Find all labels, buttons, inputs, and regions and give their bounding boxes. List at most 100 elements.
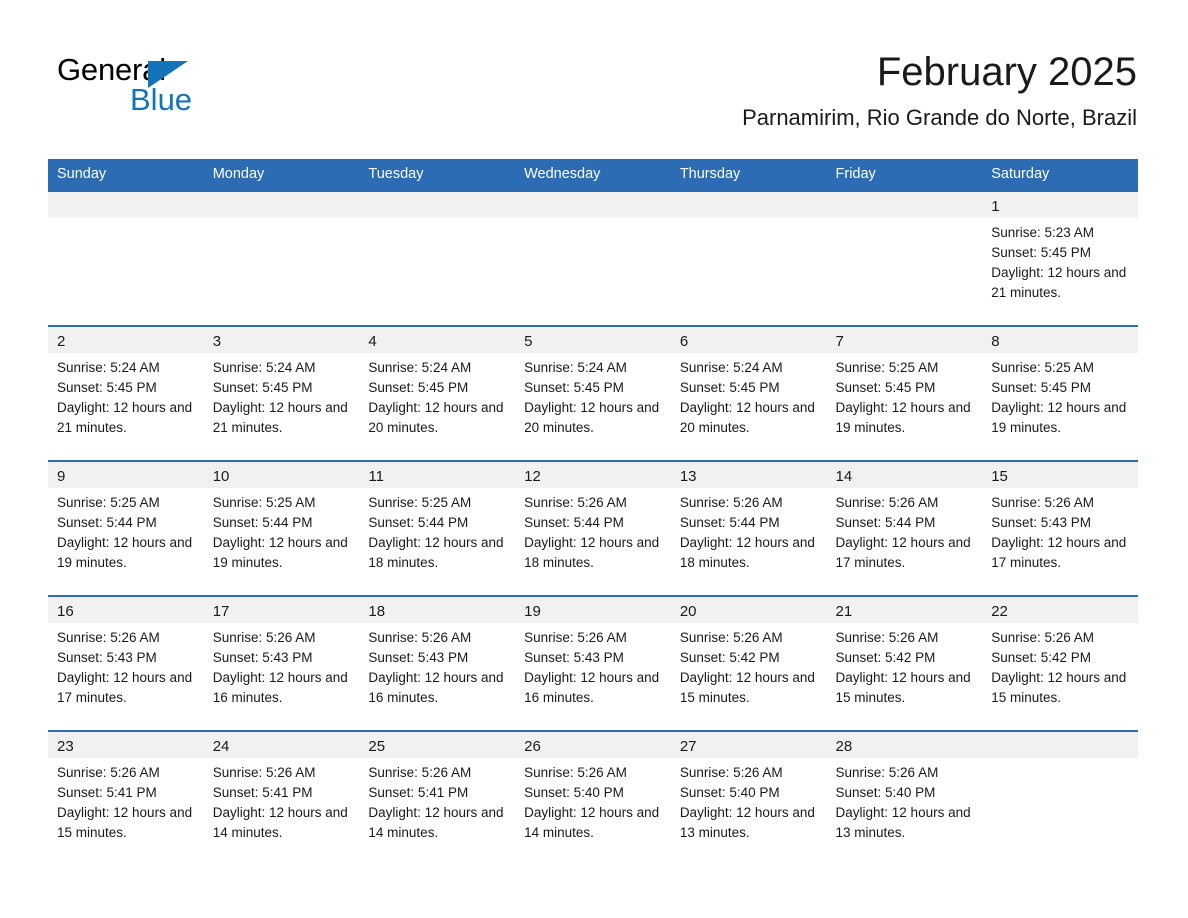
sunset-text: Sunset: 5:40 PM xyxy=(835,785,936,800)
calendar-day-cell[interactable]: 27 Sunrise: 5:26 AM Sunset: 5:40 PM Dayligh… xyxy=(670,730,827,865)
day-number: 8 xyxy=(991,333,1000,350)
daylight-text: Daylight: 12 hours and 19 minutes. xyxy=(212,535,348,570)
calendar-day-cell[interactable]: 19 Sunrise: 5:26 AM Sunset: 5:43 PM Dayligh… xyxy=(515,595,671,731)
day-cell-inner: 2 Sunrise: 5:24 AM Sunset: 5:45 PM Daylight… xyxy=(48,327,204,460)
calendar-day-cell[interactable]: 16 Sunrise: 5:26 AM Sunset: 5:43 PM Dayligh… xyxy=(48,595,204,731)
daylight-text: Daylight: 12 hours and 17 minutes. xyxy=(991,535,1127,570)
calendar-day-cell[interactable]: 14 Sunrise: 5:26 AM Sunset: 5:44 PM Dayligh… xyxy=(826,460,983,596)
calendar-day-cell[interactable]: 6 Sunrise: 5:24 AM Sunset: 5:45 PM Daylight… xyxy=(670,325,827,461)
day-number: 13 xyxy=(679,468,697,485)
calendar-day-cell[interactable]: 1 Sunrise: 5:23 AM Sunset: 5:45 PM Daylight… xyxy=(982,190,1138,326)
calendar-day-cell[interactable]: 5 Sunrise: 5:24 AM Sunset: 5:45 PM Daylight… xyxy=(515,325,671,461)
daylight-text: Daylight: 12 hours and 18 minutes. xyxy=(524,535,660,570)
daylight-text: Daylight: 12 hours and 19 minutes. xyxy=(835,400,971,435)
calendar-day-cell[interactable]: 24 Sunrise: 5:26 AM Sunset: 5:41 PM Dayligh… xyxy=(203,730,360,865)
day-cell-body: Sunrise: 5:26 AM Sunset: 5:44 PM Daylight:… xyxy=(671,488,827,573)
generalblue-logo[interactable]: General Blue xyxy=(57,52,217,122)
sunrise-text: Sunrise: 5:24 AM xyxy=(57,360,160,375)
calendar-header-row: Sunday Monday Tuesday Wednesday Thursday… xyxy=(48,159,1138,191)
calendar-day-cell[interactable]: 15 Sunrise: 5:26 AM Sunset: 5:43 PM Dayligh… xyxy=(982,460,1138,596)
sunrise-text: Sunrise: 5:26 AM xyxy=(835,630,939,645)
day-cell-body: Sunrise: 5:26 AM Sunset: 5:40 PM Daylight:… xyxy=(827,758,983,843)
calendar-day-cell[interactable]: 23 Sunrise: 5:26 AM Sunset: 5:41 PM Dayligh… xyxy=(48,730,204,865)
day-cell-inner: 13 Sunrise: 5:26 AM Sunset: 5:44 PM Dayligh… xyxy=(670,462,827,595)
sunset-text: Sunset: 5:45 PM xyxy=(212,380,313,395)
day-cell-inner: 19 Sunrise: 5:26 AM Sunset: 5:43 PM Dayligh… xyxy=(515,597,671,730)
day-cell-body: Sunrise: 5:23 AM Sunset: 5:45 PM Daylight:… xyxy=(982,218,1138,303)
calendar-day-cell[interactable]: 7 Sunrise: 5:25 AM Sunset: 5:45 PM Daylight… xyxy=(826,325,983,461)
sunset-text: Sunset: 5:45 PM xyxy=(679,380,780,395)
calendar-day-cell[interactable]: 26 Sunrise: 5:26 AM Sunset: 5:40 PM Dayligh… xyxy=(515,730,671,865)
day-number-band: 17 xyxy=(203,597,360,623)
day-cell-inner: 15 Sunrise: 5:26 AM Sunset: 5:43 PM Dayligh… xyxy=(982,462,1138,595)
daylight-text: Daylight: 12 hours and 21 minutes. xyxy=(212,400,348,435)
calendar-day-cell[interactable]: 3 Sunrise: 5:24 AM Sunset: 5:45 PM Daylight… xyxy=(203,325,360,461)
day-number-band: 10 xyxy=(203,462,360,488)
day-number xyxy=(982,732,1138,736)
day-number: 3 xyxy=(212,333,222,350)
daylight-text: Daylight: 12 hours and 21 minutes. xyxy=(991,265,1127,300)
weekday-header-friday: Friday xyxy=(826,159,983,191)
day-cell-inner: 8 Sunrise: 5:25 AM Sunset: 5:45 PM Daylight… xyxy=(982,327,1138,460)
calendar-day-cell[interactable]: 17 Sunrise: 5:26 AM Sunset: 5:43 PM Dayligh… xyxy=(203,595,360,731)
calendar-day-cell[interactable]: 21 Sunrise: 5:26 AM Sunset: 5:42 PM Dayligh… xyxy=(826,595,983,731)
day-cell-body: Sunrise: 5:26 AM Sunset: 5:44 PM Daylight:… xyxy=(827,488,983,573)
calendar-day-cell[interactable]: 9 Sunrise: 5:25 AM Sunset: 5:44 PM Daylight… xyxy=(48,460,204,596)
calendar-day-cell[interactable]: 10 Sunrise: 5:25 AM Sunset: 5:44 PM Dayligh… xyxy=(203,460,360,596)
day-cell-body xyxy=(671,218,827,223)
sunrise-text: Sunrise: 5:26 AM xyxy=(835,765,939,780)
day-cell-inner: 23 Sunrise: 5:26 AM Sunset: 5:41 PM Dayligh… xyxy=(48,732,204,865)
sunset-text: Sunset: 5:45 PM xyxy=(991,380,1092,395)
sunset-text: Sunset: 5:44 PM xyxy=(368,515,469,530)
day-cell-body: Sunrise: 5:26 AM Sunset: 5:41 PM Daylight:… xyxy=(359,758,515,843)
sunrise-text: Sunrise: 5:26 AM xyxy=(212,765,316,780)
sunset-text: Sunset: 5:43 PM xyxy=(991,515,1092,530)
calendar-day-cell[interactable]: 18 Sunrise: 5:26 AM Sunset: 5:43 PM Dayligh… xyxy=(359,595,516,731)
sunrise-text: Sunrise: 5:26 AM xyxy=(679,630,783,645)
day-number-band: 9 xyxy=(48,462,204,488)
day-number: 5 xyxy=(524,333,533,350)
day-number-band xyxy=(670,192,827,218)
day-cell-body xyxy=(982,758,1138,763)
day-cell-body: Sunrise: 5:24 AM Sunset: 5:45 PM Daylight:… xyxy=(359,353,515,438)
day-cell-inner: 20 Sunrise: 5:26 AM Sunset: 5:42 PM Dayligh… xyxy=(670,597,827,730)
daylight-text: Daylight: 12 hours and 13 minutes. xyxy=(679,805,815,840)
weekday-header-monday: Monday xyxy=(203,159,360,191)
calendar-day-cell[interactable]: 22 Sunrise: 5:26 AM Sunset: 5:42 PM Dayligh… xyxy=(982,595,1138,731)
sunrise-text: Sunrise: 5:25 AM xyxy=(991,360,1095,375)
sunrise-text: Sunrise: 5:26 AM xyxy=(835,495,939,510)
calendar-week-row: 2 Sunrise: 5:24 AM Sunset: 5:45 PM Daylight… xyxy=(48,325,1138,461)
sunrise-text: Sunrise: 5:26 AM xyxy=(524,630,627,645)
day-cell-body: Sunrise: 5:24 AM Sunset: 5:45 PM Daylight:… xyxy=(204,353,360,438)
day-number-band: 5 xyxy=(515,327,671,353)
day-cell-inner: 16 Sunrise: 5:26 AM Sunset: 5:43 PM Dayligh… xyxy=(48,597,204,730)
calendar-week-row: 16 Sunrise: 5:26 AM Sunset: 5:43 PM Dayligh… xyxy=(48,595,1138,731)
day-cell-body: Sunrise: 5:26 AM Sunset: 5:41 PM Daylight:… xyxy=(204,758,360,843)
calendar-day-cell[interactable]: 28 Sunrise: 5:26 AM Sunset: 5:40 PM Dayligh… xyxy=(826,730,983,865)
calendar-day-cell[interactable]: 13 Sunrise: 5:26 AM Sunset: 5:44 PM Dayligh… xyxy=(670,460,827,596)
calendar-day-cell[interactable]: 4 Sunrise: 5:24 AM Sunset: 5:45 PM Daylight… xyxy=(359,325,516,461)
day-cell-inner xyxy=(359,192,516,325)
day-number: 24 xyxy=(212,738,230,755)
calendar-day-cell[interactable]: 8 Sunrise: 5:25 AM Sunset: 5:45 PM Daylight… xyxy=(982,325,1138,461)
day-number: 1 xyxy=(991,198,1000,215)
day-cell-inner: 1 Sunrise: 5:23 AM Sunset: 5:45 PM Daylight… xyxy=(982,192,1138,325)
day-cell-inner: 17 Sunrise: 5:26 AM Sunset: 5:43 PM Dayligh… xyxy=(203,597,360,730)
day-cell-inner: 22 Sunrise: 5:26 AM Sunset: 5:42 PM Dayligh… xyxy=(982,597,1138,730)
day-cell-body xyxy=(48,218,204,223)
daylight-text: Daylight: 12 hours and 19 minutes. xyxy=(991,400,1127,435)
calendar-day-cell[interactable]: 25 Sunrise: 5:26 AM Sunset: 5:41 PM Dayligh… xyxy=(359,730,516,865)
day-cell-body: Sunrise: 5:26 AM Sunset: 5:41 PM Daylight:… xyxy=(48,758,204,843)
day-cell-inner: 25 Sunrise: 5:26 AM Sunset: 5:41 PM Dayligh… xyxy=(359,732,516,865)
calendar-day-cell-empty xyxy=(515,190,671,326)
sunset-text: Sunset: 5:43 PM xyxy=(212,650,313,665)
calendar-body: 1 Sunrise: 5:23 AM Sunset: 5:45 PM Daylight… xyxy=(48,190,1138,865)
daylight-text: Daylight: 12 hours and 20 minutes. xyxy=(524,400,660,435)
page-header: General Blue February 2025 Parnamirim, R… xyxy=(0,0,1188,158)
calendar-day-cell[interactable]: 11 Sunrise: 5:25 AM Sunset: 5:44 PM Dayligh… xyxy=(359,460,516,596)
calendar-day-cell[interactable]: 2 Sunrise: 5:24 AM Sunset: 5:45 PM Daylight… xyxy=(48,325,204,461)
day-number-band: 21 xyxy=(826,597,983,623)
day-cell-inner: 6 Sunrise: 5:24 AM Sunset: 5:45 PM Daylight… xyxy=(670,327,827,460)
calendar-day-cell[interactable]: 20 Sunrise: 5:26 AM Sunset: 5:42 PM Dayligh… xyxy=(670,595,827,731)
calendar-day-cell[interactable]: 12 Sunrise: 5:26 AM Sunset: 5:44 PM Dayligh… xyxy=(515,460,671,596)
